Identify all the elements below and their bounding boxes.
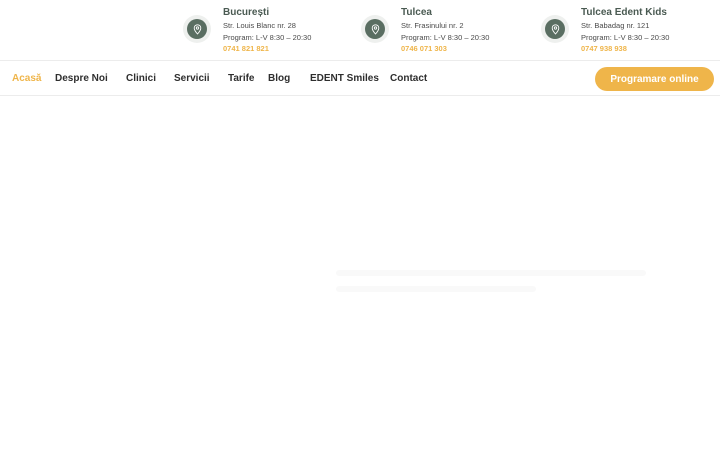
location-icon-wrap <box>361 15 389 43</box>
main-nav: Acasă Despre Noi Clinici Servicii Tarife… <box>0 60 720 96</box>
location-phone-link[interactable]: 0746 071 303 <box>401 43 489 55</box>
location-address: Str. Frasinului nr. 2 <box>401 21 464 30</box>
nav-item-servicii[interactable]: Servicii <box>174 72 210 85</box>
location-schedule: Program: L-V 8:30 – 20:30 <box>401 32 490 42</box>
faint-text-line <box>336 270 646 276</box>
location-tulcea-edent-kids: Tulcea Edent Kids Str. Babadag nr. 121 P… <box>541 7 669 55</box>
faint-text-line <box>336 286 536 292</box>
map-pin-icon <box>187 19 207 39</box>
location-name: Tulcea Edent Kids <box>581 7 667 18</box>
location-icon-wrap <box>183 15 211 43</box>
location-name: Tulcea <box>401 7 432 18</box>
location-phone-link[interactable]: 0741 821 821 <box>223 43 311 55</box>
location-icon-wrap <box>541 15 569 43</box>
nav-item-tarife[interactable]: Tarife <box>228 72 255 85</box>
nav-item-blog[interactable]: Blog <box>268 72 290 85</box>
location-address: Str. Louis Blanc nr. 28 <box>223 21 296 30</box>
map-pin-icon <box>545 19 565 39</box>
location-bucuresti: București Str. Louis Blanc nr. 28 Progra… <box>183 7 311 55</box>
location-tulcea: Tulcea Str. Frasinului nr. 2 Program: L-… <box>361 7 489 55</box>
nav-item-edent-smiles[interactable]: EDENT Smiles <box>310 72 379 85</box>
location-schedule: Program: L-V 8:30 – 20:30 <box>581 32 670 42</box>
location-name: București <box>223 7 270 18</box>
nav-item-clinici[interactable]: Clinici <box>126 72 156 85</box>
nav-item-despre-noi[interactable]: Despre Noi <box>55 72 108 85</box>
nav-item-contact[interactable]: Contact <box>390 72 427 85</box>
nav-item-acasa[interactable]: Acasă <box>12 72 41 85</box>
location-phone-link[interactable]: 0747 938 938 <box>581 43 669 55</box>
online-appointment-button[interactable]: Programare online <box>595 67 714 91</box>
map-pin-icon <box>365 19 385 39</box>
top-info-bar: București Str. Louis Blanc nr. 28 Progra… <box>0 0 720 60</box>
location-schedule: Program: L-V 8:30 – 20:30 <box>223 32 312 42</box>
location-address: Str. Babadag nr. 121 <box>581 21 650 30</box>
